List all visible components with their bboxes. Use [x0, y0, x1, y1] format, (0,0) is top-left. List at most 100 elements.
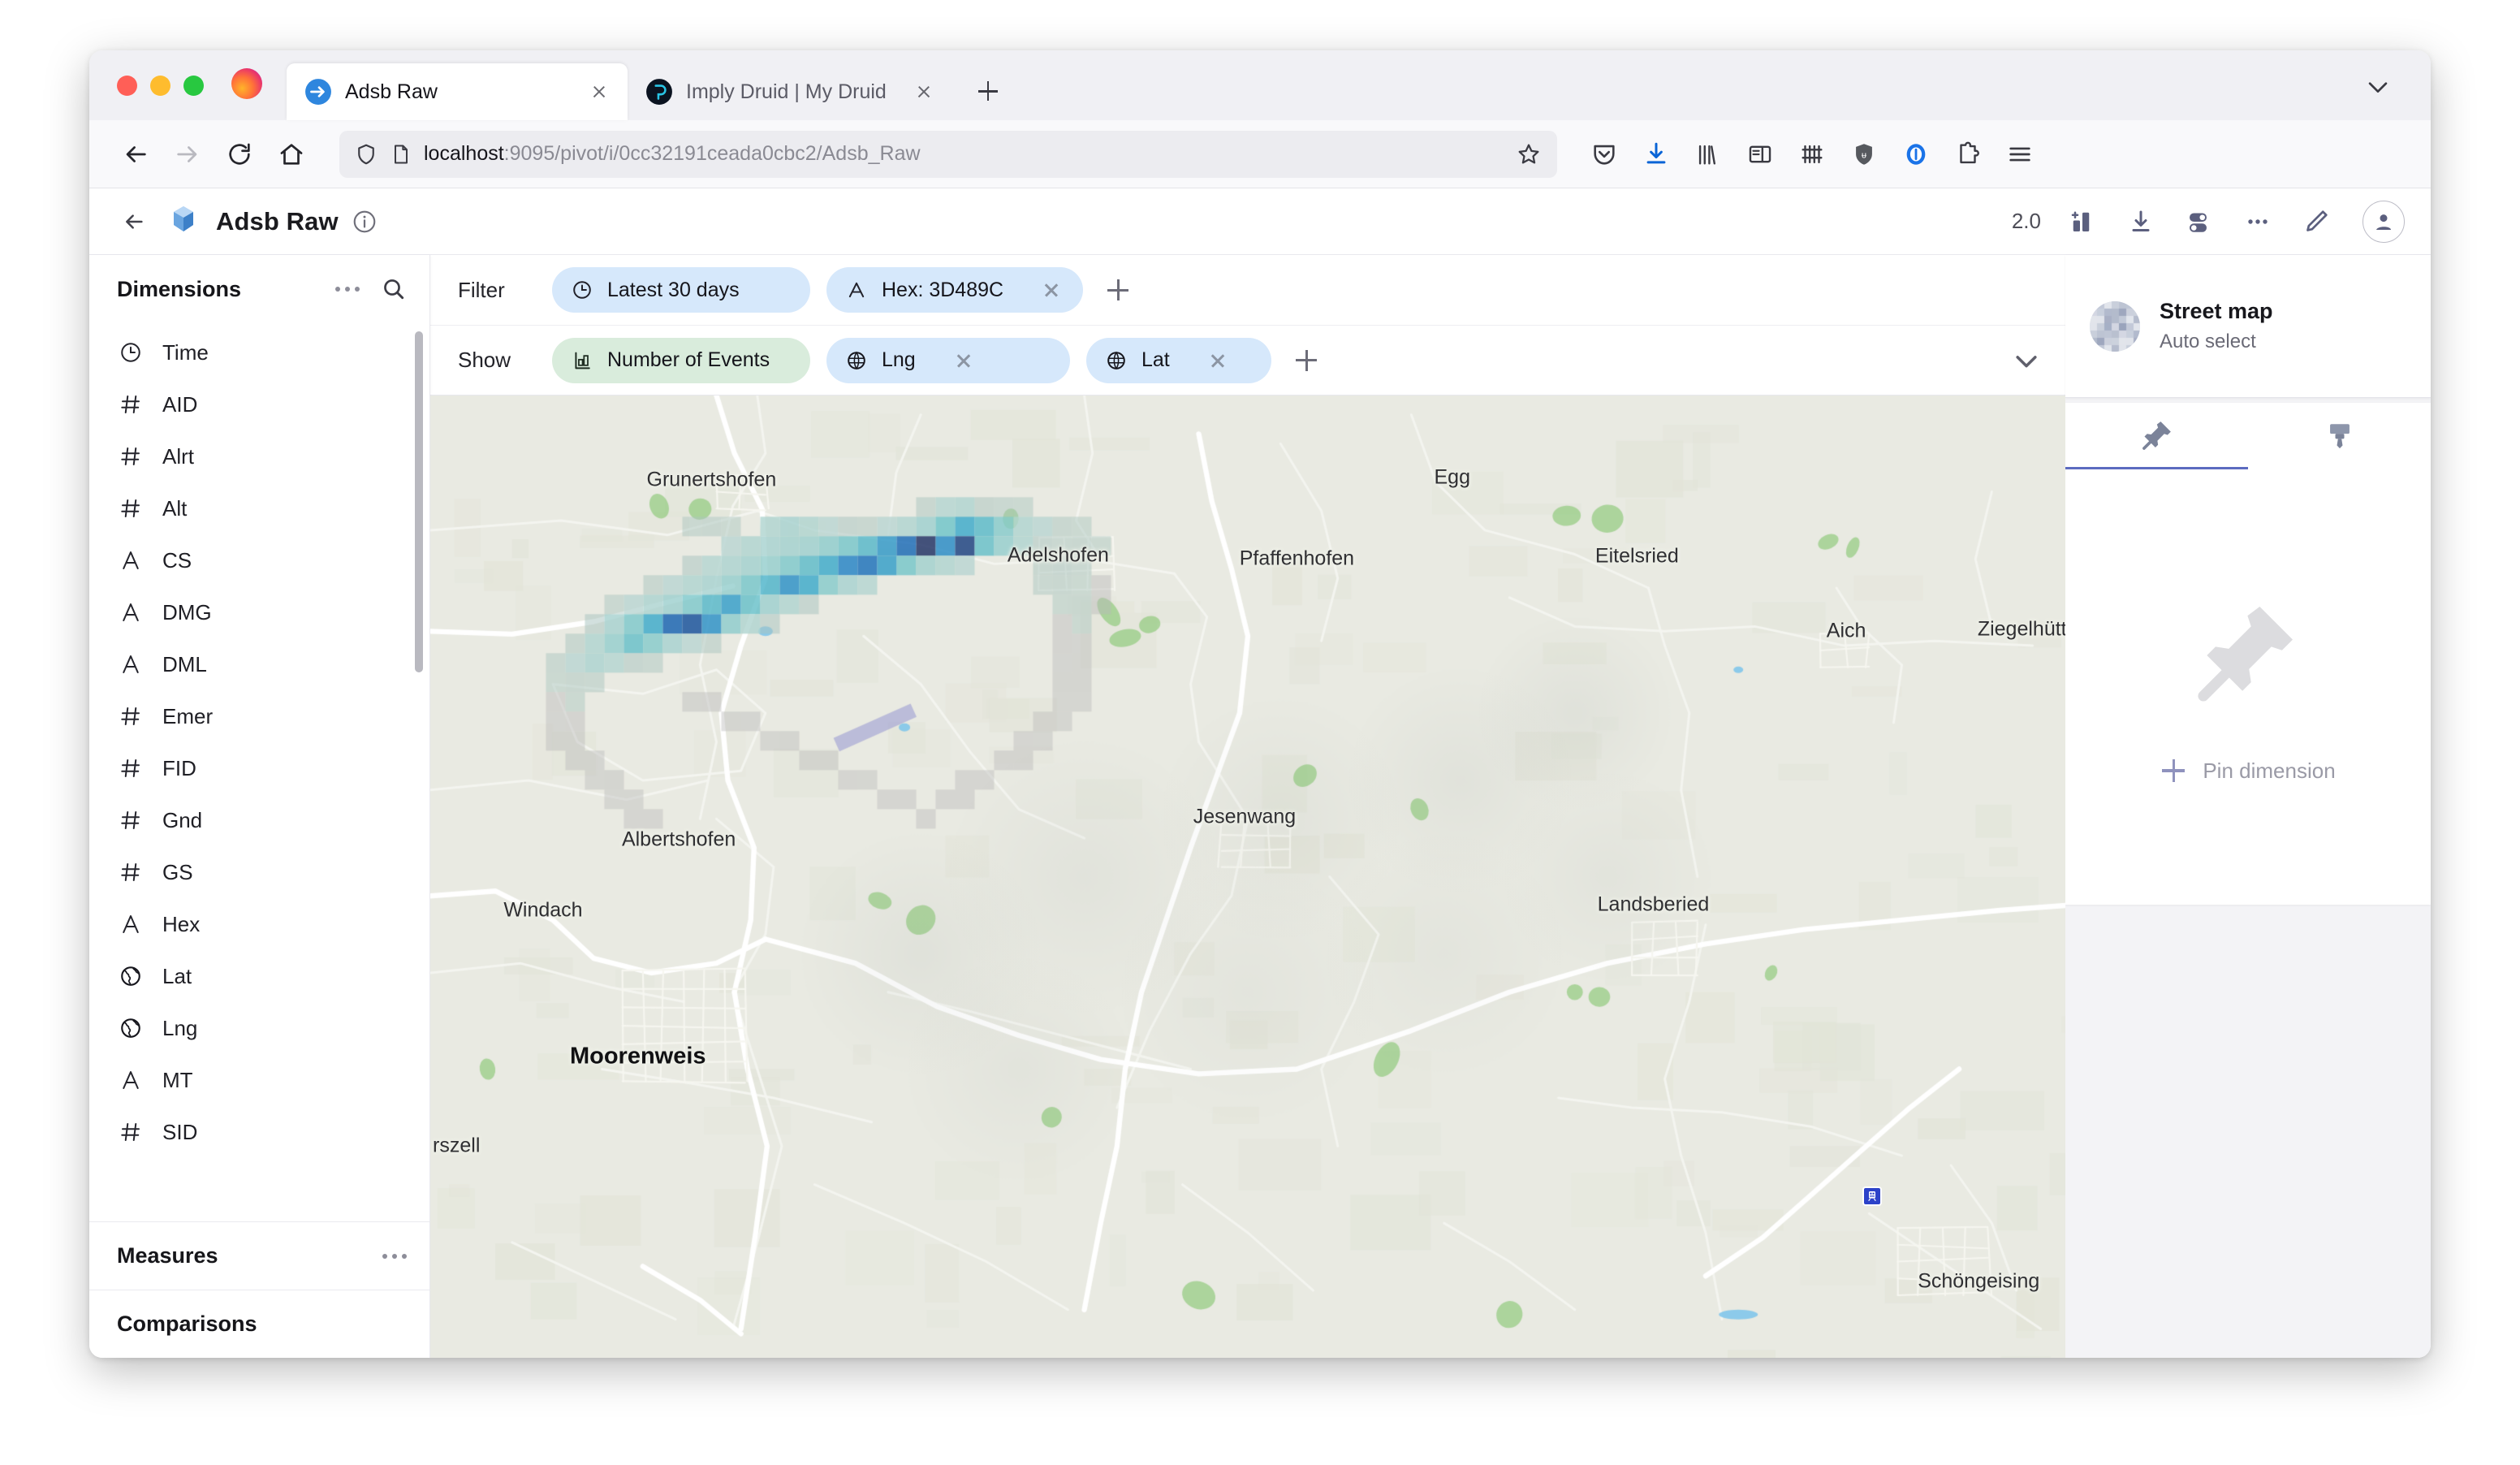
chevron-down-icon[interactable]	[2010, 344, 2043, 377]
browser-tab-imply-druid[interactable]: Imply Druid | My Druid	[628, 63, 952, 120]
geo-icon	[844, 348, 869, 373]
number-icon	[117, 858, 145, 886]
dimension-item-alt[interactable]: Alt	[89, 482, 429, 534]
reload-icon[interactable]	[216, 131, 263, 178]
add-tile-icon[interactable]	[2065, 205, 2099, 239]
remove-show-button[interactable]	[950, 347, 977, 374]
dimension-item-time[interactable]: Time	[89, 326, 429, 378]
map-canvas[interactable]	[430, 395, 2065, 1358]
minimize-window-button[interactable]	[150, 76, 170, 96]
dimensions-title: Dimensions	[117, 277, 241, 302]
tab-title: Imply Druid | My Druid	[686, 80, 897, 104]
dimensions-scrollbar[interactable]	[415, 331, 423, 672]
tab-pinboard[interactable]	[2065, 403, 2248, 469]
dimension-label: Lng	[162, 1016, 197, 1041]
dimension-item-gnd[interactable]: Gnd	[89, 794, 429, 846]
search-icon[interactable]	[381, 276, 407, 302]
downloads-icon[interactable]	[1633, 132, 1679, 177]
sidebar-icon[interactable]	[1737, 132, 1783, 177]
visualization-subtitle: Auto select	[2160, 331, 2273, 353]
dimension-item-alrt[interactable]: Alrt	[89, 430, 429, 482]
dimension-item-aid[interactable]: AID	[89, 378, 429, 430]
comparisons-section[interactable]: Comparisons	[89, 1290, 429, 1358]
dimension-label: DML	[162, 652, 207, 677]
visualization-selector[interactable]: Street map Auto select	[2065, 255, 2431, 398]
pin-dimension-label: Pin dimension	[2203, 758, 2335, 784]
dimension-label: AID	[162, 392, 197, 417]
number-icon	[117, 754, 145, 782]
user-avatar[interactable]	[2362, 201, 2405, 243]
pinboard-tabs	[2065, 403, 2431, 469]
new-tab-button[interactable]	[967, 70, 1009, 112]
firefox-logo-icon	[231, 68, 262, 99]
tab-appearance[interactable]	[2248, 403, 2431, 469]
settings-toggles-icon[interactable]	[2182, 205, 2216, 239]
pin-icon	[2138, 417, 2176, 454]
containers-icon[interactable]	[1789, 132, 1835, 177]
show-pill-number-of-events[interactable]: Number of Events	[552, 338, 810, 383]
dimension-label: Time	[162, 340, 209, 365]
dimension-item-emer[interactable]: Emer	[89, 690, 429, 742]
filter-pill-hex[interactable]: Hex: 3D489C	[826, 267, 1083, 313]
filter-row: Filter Latest 30 days	[430, 255, 2065, 325]
remove-show-button[interactable]	[1204, 347, 1232, 374]
show-pill-lat[interactable]: Lat	[1086, 338, 1271, 383]
back-icon[interactable]	[112, 131, 159, 178]
library-icon[interactable]	[1685, 132, 1731, 177]
pocket-icon[interactable]	[1581, 132, 1627, 177]
forward-icon[interactable]	[164, 131, 211, 178]
measures-section[interactable]: Measures	[89, 1221, 429, 1290]
add-filter-button[interactable]	[1099, 271, 1137, 309]
password-manager-icon[interactable]	[1893, 132, 1939, 177]
page-info-icon[interactable]	[390, 143, 412, 166]
geo-icon	[1104, 348, 1128, 373]
dimension-item-dml[interactable]: DML	[89, 638, 429, 690]
bookmark-star-icon[interactable]	[1515, 140, 1543, 168]
extensions-icon[interactable]	[1945, 132, 1991, 177]
filter-pill-time[interactable]: Latest 30 days	[552, 267, 810, 313]
browser-tab-adsb-raw[interactable]: Adsb Raw	[287, 63, 628, 120]
ublock-icon[interactable]: ᵾ	[1841, 132, 1887, 177]
edit-pencil-icon[interactable]	[2299, 205, 2333, 239]
pin-dimension-button[interactable]: Pin dimension	[2160, 758, 2335, 784]
number-icon	[117, 1118, 145, 1146]
page-title: Adsb Raw	[216, 207, 339, 236]
dimensions-more-icon[interactable]	[335, 287, 360, 292]
app-back-icon[interactable]	[115, 203, 153, 240]
filter-row-label: Filter	[458, 278, 536, 303]
close-tab-button[interactable]	[910, 78, 938, 106]
dimensions-list[interactable]: Time AID AlrtAltCSDMG DML EmerFIDGndGSHex Lat…	[89, 323, 429, 1221]
map-visualization[interactable]: GrunertshofenEggAdelshofenPfaffenhofenEi…	[430, 395, 2065, 1358]
dimension-item-dmg[interactable]: DMG	[89, 586, 429, 638]
measure-icon	[570, 348, 594, 373]
home-icon[interactable]	[268, 131, 315, 178]
dimension-item-cs[interactable]: CS	[89, 534, 429, 586]
dimension-item-gs[interactable]: GS	[89, 846, 429, 898]
number-icon	[117, 806, 145, 834]
close-window-button[interactable]	[117, 76, 137, 96]
maximize-window-button[interactable]	[183, 76, 204, 96]
dimension-item-mt[interactable]: MT	[89, 1054, 429, 1106]
app-menu-icon[interactable]	[1997, 132, 2043, 177]
dimension-item-lat[interactable]: Lat	[89, 950, 429, 1002]
version-label: 2.0	[2012, 209, 2041, 234]
dimension-label: Lat	[162, 964, 192, 989]
more-icon[interactable]	[2241, 205, 2275, 239]
show-pill-lng[interactable]: Lng	[826, 338, 1070, 383]
dimension-item-hex[interactable]: Hex	[89, 898, 429, 950]
url-bar[interactable]: localhost:9095/pivot/i/0cc32191ceada0cbc…	[339, 131, 1557, 178]
list-all-tabs-icon[interactable]	[2364, 73, 2392, 101]
text-icon	[117, 650, 145, 678]
dimension-item-fid[interactable]: FID	[89, 742, 429, 794]
download-icon[interactable]	[2124, 205, 2158, 239]
dimension-item-lng[interactable]: Lng	[89, 1002, 429, 1054]
info-icon[interactable]	[352, 209, 378, 235]
browser-tab-strip: Adsb Raw Imply Druid | My Druid	[89, 50, 2431, 120]
close-tab-button[interactable]	[585, 78, 613, 106]
measures-more-icon[interactable]	[382, 1254, 407, 1259]
add-show-button[interactable]	[1288, 342, 1325, 379]
remove-filter-button[interactable]	[1038, 276, 1065, 304]
url-path: :9095/pivot/i/0cc32191ceada0cbc2/Adsb_Ra…	[504, 142, 921, 165]
query-bars: Filter Latest 30 days	[430, 255, 2065, 395]
dimension-item-sid[interactable]: SID	[89, 1106, 429, 1158]
